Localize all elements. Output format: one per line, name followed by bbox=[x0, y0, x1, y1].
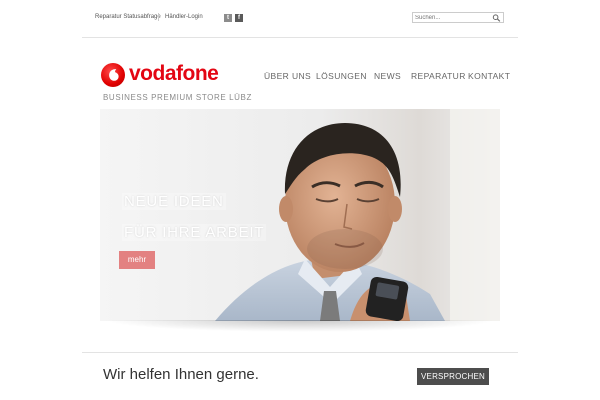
dealer-login-link[interactable]: Händler-Login bbox=[165, 14, 203, 20]
repair-status-link[interactable]: Reparatur Statusabfrage bbox=[95, 14, 161, 20]
search-icon[interactable] bbox=[492, 14, 501, 22]
hero-photo bbox=[100, 109, 500, 321]
twitter-icon[interactable]: t bbox=[224, 14, 232, 22]
nav-item-news[interactable]: NEWS bbox=[374, 71, 401, 81]
link-separator bbox=[158, 13, 159, 21]
promise-button[interactable]: VERSPROCHEN bbox=[417, 368, 489, 385]
content-divider bbox=[82, 352, 518, 353]
nav-item-kontakt[interactable]: KONTAKT bbox=[468, 71, 510, 81]
header-divider bbox=[82, 37, 518, 38]
more-button[interactable]: mehr bbox=[119, 251, 155, 269]
nav-item-loesungen[interactable]: LÖSUNGEN bbox=[316, 71, 367, 81]
hero-heading-line1-text: NEUE IDEEN bbox=[122, 193, 226, 210]
store-name: BUSINESS PREMIUM STORE LÜBZ bbox=[103, 93, 252, 102]
hero-heading-line1: NEUE IDEEN bbox=[122, 193, 226, 210]
tagline: Wir helfen Ihnen gerne. bbox=[103, 366, 259, 383]
search-input[interactable] bbox=[415, 13, 491, 22]
hero-banner: NEUE IDEEN FÜR IHRE ARBEIT mehr bbox=[100, 109, 500, 321]
hero-shadow bbox=[104, 320, 496, 332]
nav-item-reparatur[interactable]: REPARATUR bbox=[411, 71, 466, 81]
search-box bbox=[412, 12, 504, 23]
logo-wordmark: vodafone bbox=[129, 62, 219, 85]
vodafone-speechmark-icon bbox=[101, 63, 125, 87]
hero-heading-line2-text: FÜR IHRE ARBEIT bbox=[122, 224, 267, 241]
nav-item-ueber-uns[interactable]: ÜBER UNS bbox=[264, 71, 311, 81]
hero-heading-line2: FÜR IHRE ARBEIT bbox=[122, 224, 267, 241]
top-bar: Reparatur Statusabfrage Händler-Login t … bbox=[0, 0, 600, 37]
facebook-icon[interactable]: f bbox=[235, 14, 243, 22]
